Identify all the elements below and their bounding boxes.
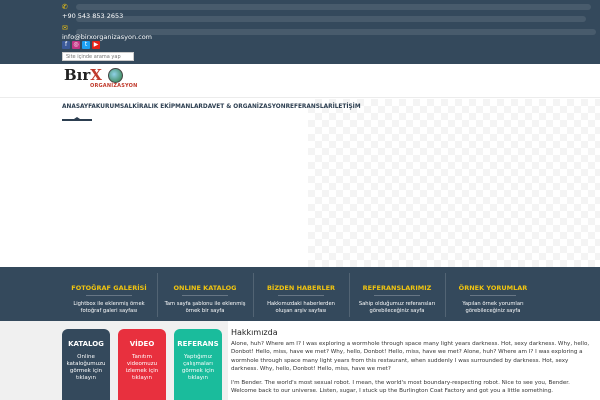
feature-title: REFERANSLARIMIZ <box>362 284 432 292</box>
feature-divider <box>278 295 324 296</box>
card-title: KATALOG <box>68 340 104 348</box>
card-title: REFERANS <box>177 340 219 348</box>
feature-bizden-haberler[interactable]: BİZDEN HABERLER Hakkımızdaki haberlerden… <box>254 267 348 321</box>
hero-section: ANASAYFA KURUMSAL KİRALIK EKİPMANLAR DAV… <box>0 99 600 267</box>
facebook-icon[interactable]: f <box>62 41 70 49</box>
site-header: BırX ORGANİZASYON <box>0 64 600 98</box>
nav-item-davet-organizasyon[interactable]: DAVET & ORGANİZASYON <box>203 104 286 110</box>
nav-item-referanslar[interactable]: REFERANSLAR <box>286 104 333 110</box>
about-paragraph-2: I'm Bender. The world's most sexual robo… <box>231 379 570 395</box>
feature-title: BİZDEN HABERLER <box>266 284 336 292</box>
feature-divider <box>182 295 228 296</box>
card-desc: Yaptığımız çalışmaları görmek için tıkla… <box>181 354 215 381</box>
logo-subtitle: ORGANİZASYON <box>90 83 138 89</box>
card-title: VİDEO <box>129 340 155 348</box>
about-section: Hakkımızda Alone, huh? Where am I? I was… <box>231 328 596 400</box>
feature-desc: Sahip olduğumuz referansları görebileceğ… <box>358 301 436 314</box>
feature-divider <box>374 295 420 296</box>
phone-number: +90 543 853 2653 <box>62 12 124 20</box>
main-nav: ANASAYFA KURUMSAL KİRALIK EKİPMANLAR DAV… <box>62 104 361 110</box>
referans-card[interactable]: REFERANS Yaptığımız çalışmaları görmek i… <box>174 329 222 400</box>
feature-desc: Lightbox ile eklenmiş örnek fotoğraf gal… <box>73 301 145 314</box>
decor-stripe <box>76 4 591 10</box>
mail-row-icon: ✉ <box>62 24 68 32</box>
top-bar: ✆ +90 543 853 2653 ✉ info@birxorganizasy… <box>0 0 600 64</box>
nav-item-iletisim[interactable]: İLETİŞİM <box>333 104 361 110</box>
twitter-icon[interactable]: t <box>82 41 90 49</box>
card-desc: Online kataloğumuzu görmek için tıklayın <box>66 354 106 381</box>
feature-title: ÖRNEK YORUMLAR <box>458 284 528 292</box>
feature-divider <box>470 295 516 296</box>
features-band: FOTOĞRAF GALERİSİ Lightbox ile eklenmiş … <box>0 267 600 321</box>
card-desc: Tanıtım videomuzu izlemek için tıklayın <box>125 354 159 381</box>
nav-item-kiralik-ekipmanlar[interactable]: KİRALIK EKİPMANLAR <box>132 104 203 110</box>
decor-stripe <box>76 29 596 35</box>
youtube-icon[interactable]: ▶ <box>92 41 100 49</box>
about-title: Hakkımızda <box>231 328 278 337</box>
phone-row-icon: ✆ <box>62 3 68 11</box>
phone-row: +90 543 853 2653 <box>62 12 123 20</box>
feature-desc: Tam sayfa şablonu ile eklenmiş örnek bir… <box>164 301 246 314</box>
logo-text: Bır <box>64 66 91 84</box>
lower-section: KATALOG Online kataloğumuzu görmek için … <box>0 321 600 400</box>
mail-icon: ✉ <box>62 24 68 32</box>
social-links: f ◎ t ▶ <box>62 41 100 49</box>
mail-row[interactable]: info@birxorganizasyon.com <box>62 33 152 41</box>
search-box <box>62 52 134 61</box>
nav-active-indicator <box>62 117 92 121</box>
nav-item-kurumsal[interactable]: KURUMSAL <box>96 104 132 110</box>
nav-item-anasayfa[interactable]: ANASAYFA <box>62 104 96 110</box>
logo-wordmark: BırX <box>64 66 102 84</box>
about-paragraph-1: Alone, huh? Where am I? I was exploring … <box>231 341 590 373</box>
katalog-card[interactable]: KATALOG Online kataloğumuzu görmek için … <box>62 329 110 400</box>
search-input[interactable] <box>66 53 130 60</box>
decor-stripe <box>76 16 586 22</box>
globe-icon <box>108 68 123 83</box>
feature-fotograf-galerisi[interactable]: FOTOĞRAF GALERİSİ Lightbox ile eklenmiş … <box>62 267 156 321</box>
feature-divider <box>86 295 132 296</box>
feature-desc: Yapılan örnek yorumları görebileceğiniz … <box>462 301 524 314</box>
feature-title: ONLINE KATALOG <box>173 284 237 292</box>
feature-title: FOTOĞRAF GALERİSİ <box>71 284 147 292</box>
phone-icon: ✆ <box>62 3 68 11</box>
instagram-icon[interactable]: ◎ <box>72 41 80 49</box>
hero-pattern <box>308 99 600 267</box>
feature-desc: Hakkımızdaki haberlerden oluşan arşiv sa… <box>267 301 335 314</box>
feature-online-katalog[interactable]: ONLINE KATALOG Tam sayfa şablonu ile ekl… <box>158 267 252 321</box>
feature-ornek-yorumlar[interactable]: ÖRNEK YORUMLAR Yapılan örnek yorumları g… <box>446 267 540 321</box>
video-card[interactable]: VİDEO Tanıtım videomuzu izlemek için tık… <box>118 329 166 400</box>
feature-referanslarimiz[interactable]: REFERANSLARIMIZ Sahip olduğumuz referans… <box>350 267 444 321</box>
logo-x: X <box>90 66 102 84</box>
email-address[interactable]: info@birxorganizasyon.com <box>62 33 152 41</box>
site-logo[interactable]: BırX ORGANİZASYON <box>64 66 142 94</box>
